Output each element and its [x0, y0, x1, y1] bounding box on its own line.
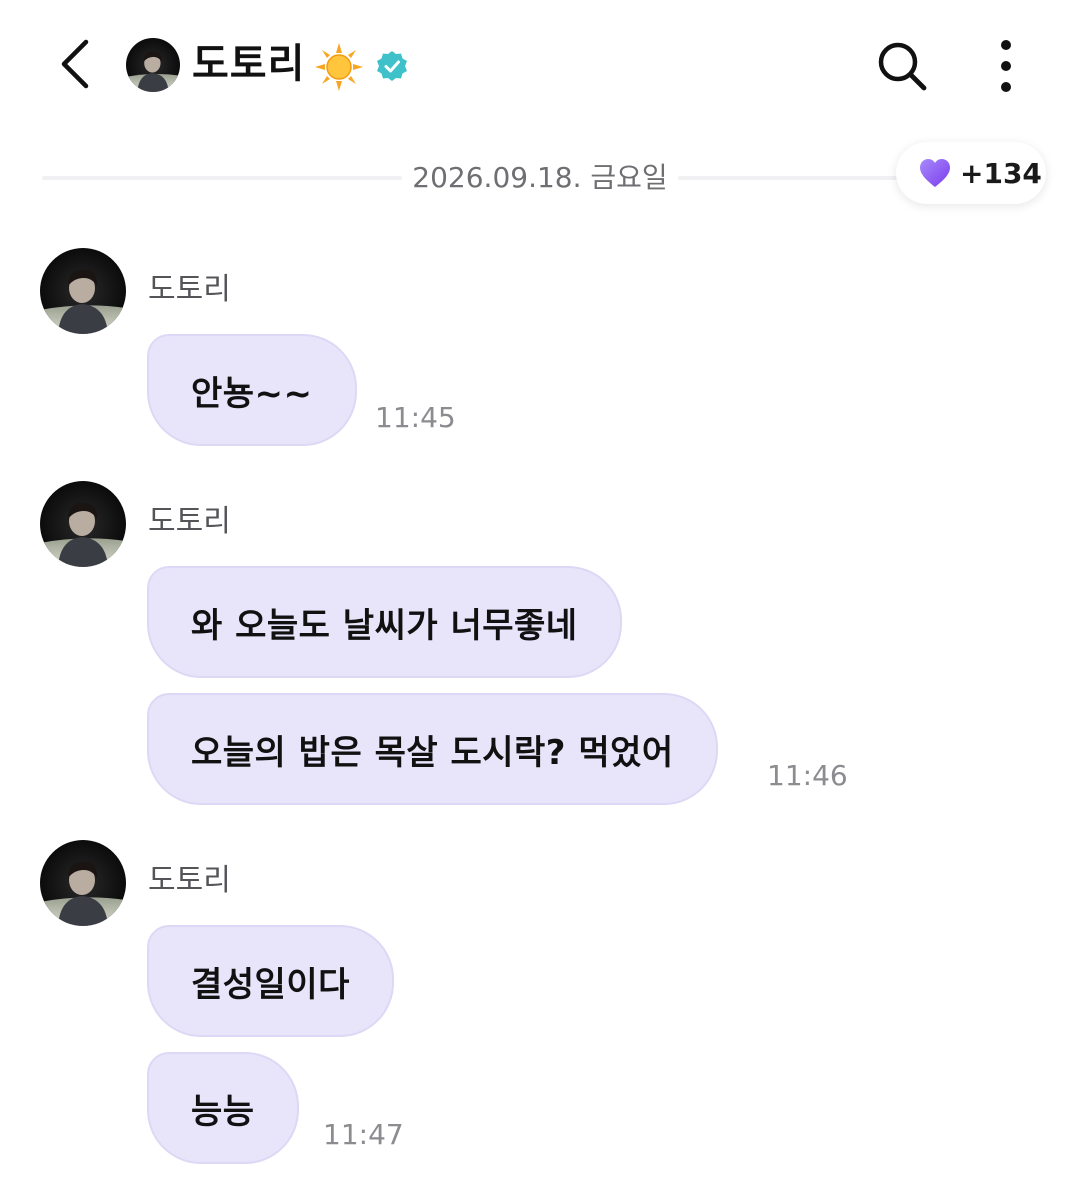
search-button[interactable]	[872, 36, 932, 96]
header-avatar[interactable]	[126, 38, 180, 92]
heart-icon	[920, 159, 950, 187]
sender-name: 도토리	[148, 504, 231, 539]
sun-icon	[315, 43, 363, 91]
avatar[interactable]	[40, 481, 126, 567]
avatar[interactable]	[40, 248, 126, 334]
message-time: 11:46	[767, 759, 848, 792]
date-divider: 2026.09.18. 금요일	[412, 161, 668, 194]
like-counter[interactable]: +134	[896, 142, 1046, 204]
message-time: 11:47	[323, 1118, 404, 1151]
back-button[interactable]	[44, 32, 104, 96]
message-bubble[interactable]: 안뇽~~	[147, 334, 357, 446]
date-divider-line-right	[678, 176, 898, 180]
message-bubble[interactable]: 능능	[147, 1052, 299, 1164]
message-bubble[interactable]: 와 오늘도 날씨가 너무좋네	[147, 566, 622, 678]
avatar[interactable]	[40, 840, 126, 926]
chat-title: 도토리	[192, 41, 306, 87]
verified-badge-icon	[377, 51, 407, 81]
sender-name: 도토리	[148, 272, 231, 307]
message-time: 11:45	[375, 401, 456, 434]
more-vertical-icon	[1001, 40, 1011, 92]
search-icon	[878, 42, 927, 91]
chat-header: 도토리	[0, 0, 1080, 130]
date-divider-line-left	[42, 176, 402, 180]
more-options-button[interactable]	[982, 36, 1030, 96]
sender-name: 도토리	[148, 863, 231, 898]
message-bubble[interactable]: 결성일이다	[147, 925, 394, 1037]
like-count: +134	[960, 156, 1042, 190]
message-bubble[interactable]: 오늘의 밥은 목살 도시락? 먹었어	[147, 693, 718, 805]
chevron-left-icon	[61, 39, 89, 89]
